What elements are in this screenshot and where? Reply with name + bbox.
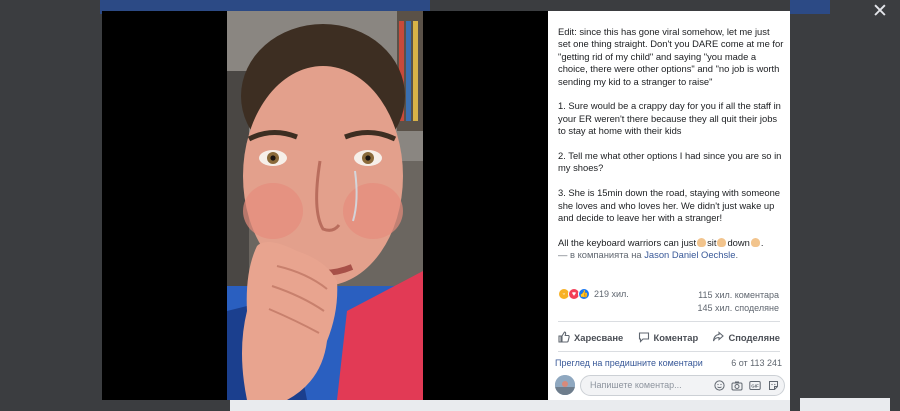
like-label: Харесване xyxy=(574,331,624,343)
photo-image xyxy=(227,11,423,400)
view-previous-comments-link[interactable]: Преглед на предишните коментари xyxy=(555,358,703,368)
post-actions-bar: Харесване Коментар Споделяне xyxy=(558,329,780,345)
post-paragraph: 3. She is 15min down the road, staying w… xyxy=(558,187,781,224)
comment-button[interactable]: Коментар xyxy=(638,331,699,343)
closing-text-part: sit xyxy=(707,236,717,248)
closing-text-part: All the keyboard warriors can just xyxy=(558,236,697,248)
camera-icon[interactable] xyxy=(731,379,743,391)
comments-header: Преглед на предишните коментари 6 от 113… xyxy=(555,358,782,368)
comment-input[interactable] xyxy=(590,380,707,390)
tagged-person-link[interactable]: Jason Daniel Oechsle xyxy=(644,249,735,260)
post-closing-line: All the keyboard warriors can just sit dow… xyxy=(558,237,784,249)
clapping-hands-icon xyxy=(697,237,707,247)
avatar-image xyxy=(555,375,575,395)
close-icon: ✕ xyxy=(872,1,888,22)
divider xyxy=(558,321,780,322)
comments-shown-count: 6 от 113 241 xyxy=(731,358,782,368)
closing-text-part: down xyxy=(727,236,750,248)
gif-icon[interactable]: GIF xyxy=(749,379,761,391)
closing-text-part: . xyxy=(760,236,764,248)
sticker-icon[interactable] xyxy=(767,379,779,391)
reactions-summary[interactable]: ᵕ ♥ 👍 219 хил. xyxy=(558,287,629,301)
comment-composer: GIF xyxy=(555,373,785,397)
engagement-counts: 115 хил. коментара 145 хил. споделяне xyxy=(697,289,779,315)
comment-label: Коментар xyxy=(653,331,699,343)
comment-input-box[interactable]: GIF xyxy=(580,374,785,396)
post-photo[interactable] xyxy=(227,11,423,400)
post-paragraph: Edit: since this has gone viral somehow,… xyxy=(558,26,784,87)
share-label: Споделяне xyxy=(728,331,780,343)
post-body: Edit: since this has gone viral somehow,… xyxy=(558,26,784,261)
thumbs-up-icon xyxy=(558,331,570,343)
background-page-header-right xyxy=(790,0,830,14)
like-icon: 👍 xyxy=(578,288,590,300)
like-button[interactable]: Харесване xyxy=(558,331,623,343)
avatar[interactable] xyxy=(555,375,575,395)
post-paragraph: 1. Sure would be a crappy day for you if… xyxy=(558,100,781,137)
emoji-icon[interactable] xyxy=(713,379,725,391)
shares-count[interactable]: 145 хил. споделяне xyxy=(697,302,779,315)
reactions-count: 219 хил. xyxy=(594,289,629,299)
tagged-with: — в компанията на Jason Daniel Oechsle. xyxy=(558,249,784,261)
comment-icon xyxy=(638,332,649,343)
post-details-panel: Edit: since this has gone viral somehow,… xyxy=(548,11,790,400)
tagged-suffix: . xyxy=(735,249,739,261)
share-icon xyxy=(713,331,725,342)
close-viewer-button[interactable]: ✕ xyxy=(870,2,890,22)
svg-text:GIF: GIF xyxy=(751,383,759,388)
comments-count[interactable]: 115 хил. коментара xyxy=(697,289,779,302)
clapping-hands-icon xyxy=(750,237,760,247)
photo-theater xyxy=(102,11,548,400)
post-paragraph: 2. Tell me what other options I had sinc… xyxy=(558,150,782,174)
share-button[interactable]: Споделяне xyxy=(712,331,780,343)
background-feed-right xyxy=(800,398,890,411)
divider xyxy=(558,351,780,352)
clapping-hands-icon xyxy=(717,237,727,247)
tagged-prefix: — в компанията на xyxy=(558,249,642,261)
